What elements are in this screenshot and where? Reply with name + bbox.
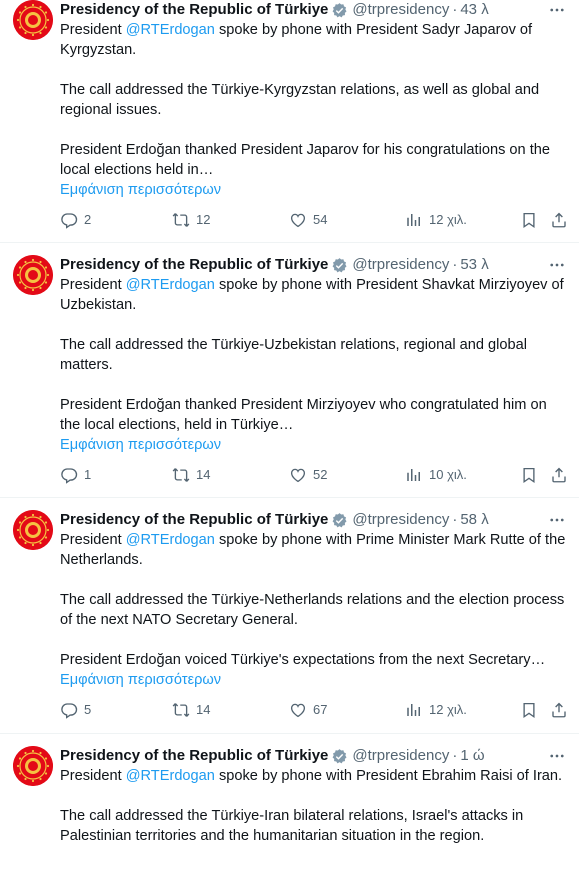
timestamp[interactable]: 58 λ xyxy=(460,510,488,530)
tweet-header: Presidency of the Republic of Türkiye @t… xyxy=(60,255,489,275)
timestamp[interactable]: 1 ώ xyxy=(460,746,484,766)
share-button[interactable] xyxy=(550,700,568,720)
show-more-link[interactable]: Εμφάνιση περισσότερων xyxy=(60,180,569,200)
like-button[interactable]: 52 xyxy=(289,465,327,485)
mention-link[interactable]: @RTErdogan xyxy=(126,532,215,548)
author-handle[interactable]: @trpresidency xyxy=(352,510,449,530)
share-icon xyxy=(550,701,568,719)
avatar[interactable] xyxy=(13,510,53,550)
tweet[interactable]: Presidency of the Republic of Türkiye @t… xyxy=(0,498,579,734)
tweet-actions: 5 14 67 12 χιλ. xyxy=(60,700,569,720)
timestamp[interactable]: 43 λ xyxy=(460,0,488,20)
mention-link[interactable]: @RTErdogan xyxy=(126,22,215,38)
more-options-icon[interactable] xyxy=(547,510,567,530)
retweet-button[interactable]: 14 xyxy=(172,465,210,485)
tweet-text: President @RTErdogan spoke by phone with… xyxy=(60,768,563,844)
share-button[interactable] xyxy=(550,465,568,485)
author-handle[interactable]: @trpresidency xyxy=(352,0,449,20)
author-name[interactable]: Presidency of the Republic of Türkiye xyxy=(60,0,328,20)
mention-link[interactable]: @RTErdogan xyxy=(126,768,215,784)
author-name[interactable]: Presidency of the Republic of Türkiye xyxy=(60,510,328,530)
more-options-icon[interactable] xyxy=(547,746,567,766)
like-button[interactable]: 54 xyxy=(289,210,327,230)
author-name[interactable]: Presidency of the Republic of Türkiye xyxy=(60,746,328,766)
emblem-icon xyxy=(13,510,53,550)
verified-badge-icon[interactable] xyxy=(331,748,348,765)
timestamp[interactable]: 53 λ xyxy=(460,255,488,275)
emblem-icon xyxy=(13,255,53,295)
emblem-icon xyxy=(13,0,53,40)
retweet-icon xyxy=(172,211,190,229)
heart-icon xyxy=(289,466,307,484)
share-button[interactable] xyxy=(550,210,568,230)
mention-link[interactable]: @RTErdogan xyxy=(126,277,215,293)
verified-badge-icon[interactable] xyxy=(331,257,348,274)
reply-icon xyxy=(60,701,78,719)
bookmark-icon xyxy=(520,701,538,719)
author-name[interactable]: Presidency of the Republic of Türkiye xyxy=(60,255,328,275)
reply-icon xyxy=(60,211,78,229)
tweet-actions: 2 12 54 12 χιλ. xyxy=(60,210,569,230)
author-handle[interactable]: @trpresidency xyxy=(352,255,449,275)
tweet[interactable]: Presidency of the Republic of Türkiye @t… xyxy=(0,0,579,243)
bookmark-button[interactable] xyxy=(520,700,538,720)
show-more-link[interactable]: Εμφάνιση περισσότερων xyxy=(60,435,569,455)
retweet-icon xyxy=(172,466,190,484)
more-options-icon[interactable] xyxy=(547,0,567,20)
reply-icon xyxy=(60,466,78,484)
analytics-icon xyxy=(405,701,423,719)
like-button[interactable]: 67 xyxy=(289,700,327,720)
avatar[interactable] xyxy=(13,255,53,295)
reply-button[interactable]: 5 xyxy=(60,700,91,720)
retweet-icon xyxy=(172,701,190,719)
views-button[interactable]: 12 χιλ. xyxy=(405,700,467,720)
reply-button[interactable]: 1 xyxy=(60,465,91,485)
verified-badge-icon[interactable] xyxy=(331,512,348,529)
heart-icon xyxy=(289,701,307,719)
views-button[interactable]: 12 χιλ. xyxy=(405,210,467,230)
avatar[interactable] xyxy=(13,746,53,786)
tweet-header: Presidency of the Republic of Türkiye @t… xyxy=(60,746,485,766)
share-icon xyxy=(550,211,568,229)
analytics-icon xyxy=(405,211,423,229)
retweet-button[interactable]: 12 xyxy=(172,210,210,230)
tweet-header: Presidency of the Republic of Türkiye @t… xyxy=(60,510,489,530)
heart-icon xyxy=(289,211,307,229)
retweet-button[interactable]: 14 xyxy=(172,700,210,720)
author-handle[interactable]: @trpresidency xyxy=(352,746,449,766)
tweet[interactable]: Presidency of the Republic of Türkiye @t… xyxy=(0,734,579,871)
more-options-icon[interactable] xyxy=(547,255,567,275)
reply-button[interactable]: 2 xyxy=(60,210,91,230)
share-icon xyxy=(550,466,568,484)
bookmark-button[interactable] xyxy=(520,210,538,230)
tweet-actions: 1 14 52 10 χιλ. xyxy=(60,465,569,485)
tweet[interactable]: Presidency of the Republic of Türkiye @t… xyxy=(0,243,579,498)
tweet-text: President @RTErdogan spoke by phone with… xyxy=(60,277,564,433)
bookmark-button[interactable] xyxy=(520,465,538,485)
emblem-icon xyxy=(13,746,53,786)
views-button[interactable]: 10 χιλ. xyxy=(405,465,467,485)
tweet-text: President @RTErdogan spoke by phone with… xyxy=(60,532,566,668)
tweet-header: Presidency of the Republic of Türkiye @t… xyxy=(60,0,489,20)
bookmark-icon xyxy=(520,211,538,229)
analytics-icon xyxy=(405,466,423,484)
bookmark-icon xyxy=(520,466,538,484)
show-more-link[interactable]: Εμφάνιση περισσότερων xyxy=(60,670,569,690)
tweet-text: President @RTErdogan spoke by phone with… xyxy=(60,22,551,178)
avatar[interactable] xyxy=(13,0,53,40)
verified-badge-icon[interactable] xyxy=(331,2,348,19)
